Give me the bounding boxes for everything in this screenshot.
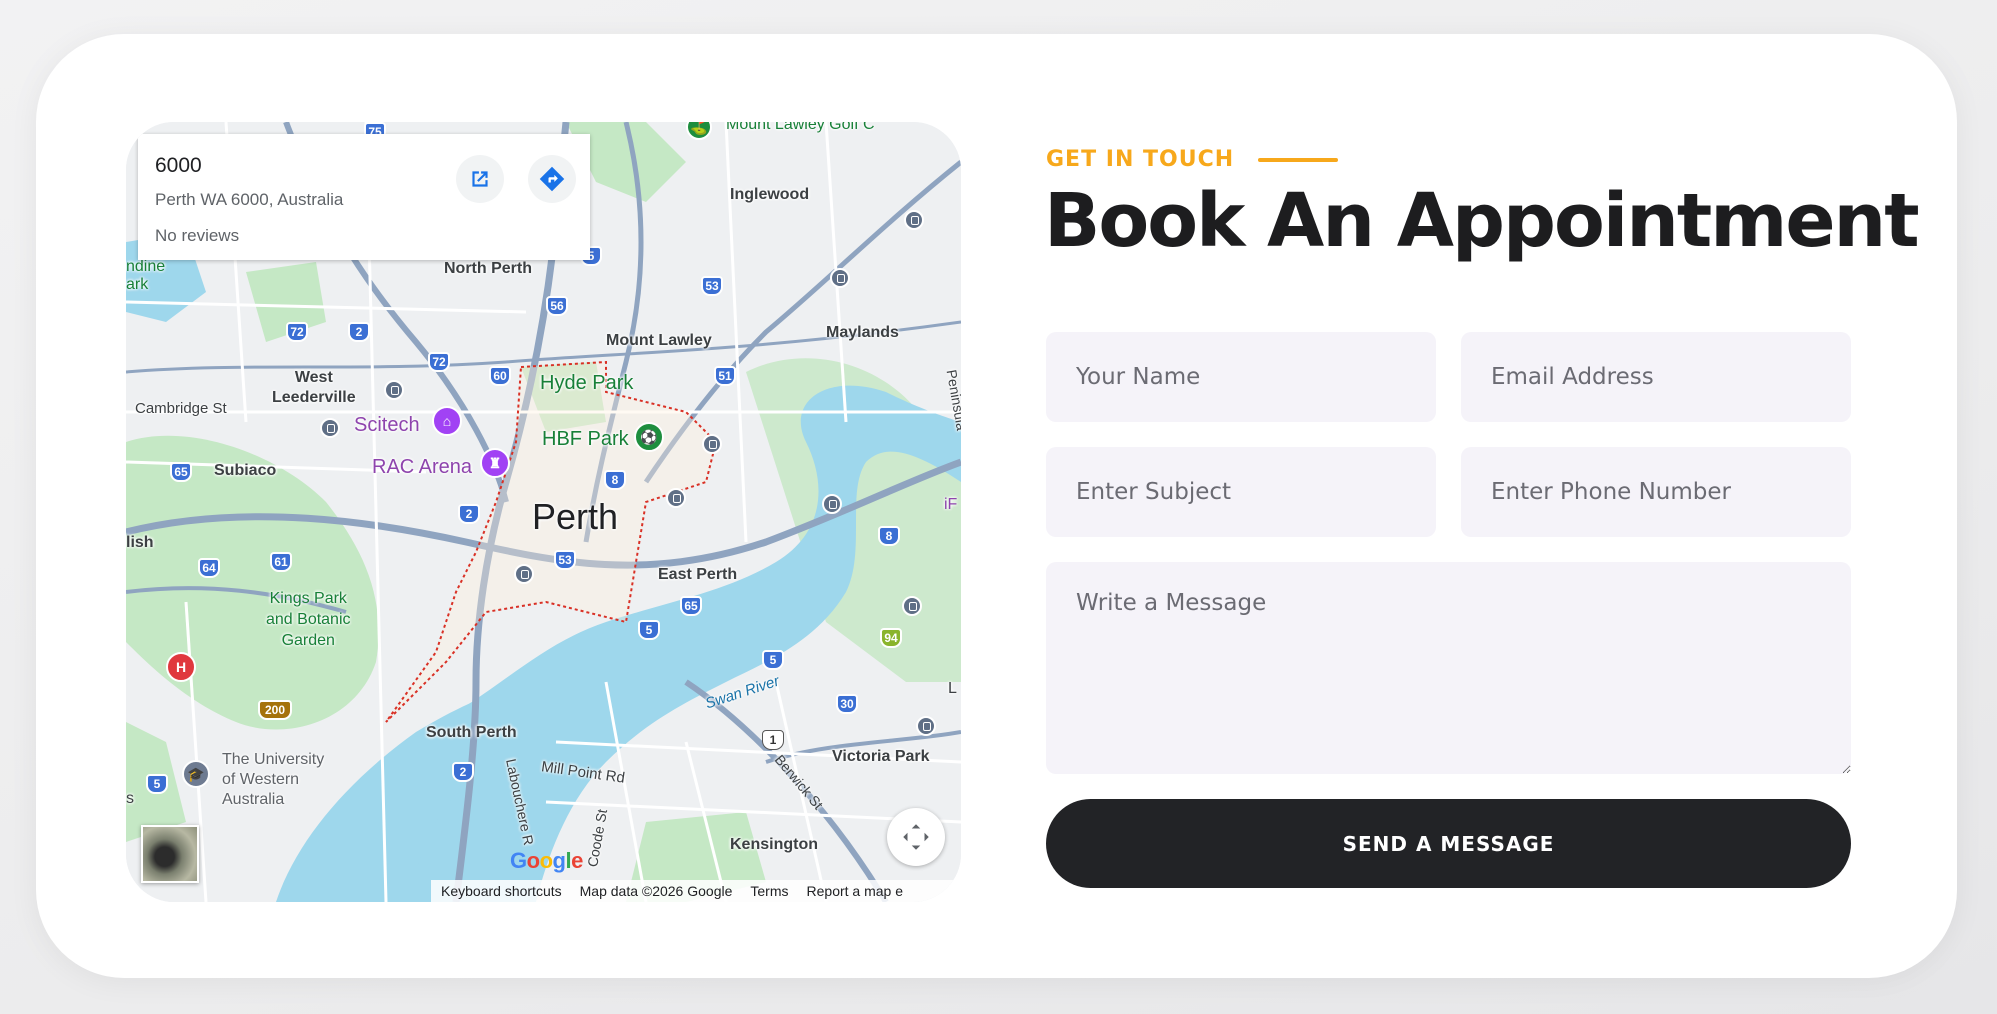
keyboard-shortcuts-link[interactable]: Keyboard shortcuts xyxy=(441,883,562,899)
map-label-scitech: Scitech xyxy=(354,414,420,436)
route-shield: 30 xyxy=(836,694,858,714)
map-label-s-partial: s xyxy=(126,790,134,807)
open-in-maps-button[interactable] xyxy=(456,155,504,203)
museum-pin-icon[interactable]: ⌂ xyxy=(432,406,462,436)
route-shield: 5 xyxy=(762,650,784,670)
message-field[interactable] xyxy=(1046,562,1851,774)
directions-icon xyxy=(539,166,565,192)
map-label-hbf-park: HBF Park xyxy=(542,428,629,450)
directions-button[interactable] xyxy=(528,155,576,203)
route-shield: 2 xyxy=(348,322,370,342)
map-label-maylands: Maylands xyxy=(826,324,899,341)
map-label-mount-lawley-golf: Mount Lawley Golf C xyxy=(726,122,875,133)
place-address: Perth WA 6000, Australia xyxy=(155,190,344,209)
arena-pin-icon[interactable]: ♜ xyxy=(480,448,510,478)
university-pin-icon[interactable]: 🎓 xyxy=(182,760,210,788)
train-station-icon[interactable] xyxy=(904,210,924,230)
map-label-south-perth: South Perth xyxy=(426,724,517,741)
train-station-icon[interactable] xyxy=(902,596,922,616)
open-in-new-icon xyxy=(472,171,488,187)
report-map-error-link[interactable]: Report a map e xyxy=(807,883,904,899)
train-station-icon[interactable] xyxy=(666,488,686,508)
google-logo: Google xyxy=(510,848,583,873)
route-shield: 65 xyxy=(680,596,702,616)
place-info-card: 6000 Perth WA 6000, Australia No reviews xyxy=(138,134,590,260)
train-station-icon[interactable] xyxy=(822,494,842,514)
train-station-icon[interactable] xyxy=(702,434,722,454)
map-label-lish: lish xyxy=(126,534,154,551)
map-label-cambridge-st: Cambridge St xyxy=(135,400,227,417)
place-title: 6000 xyxy=(155,154,202,177)
fullscreen-button[interactable] xyxy=(887,808,945,866)
route-shield: 94 xyxy=(880,628,902,648)
route-shield: 1 xyxy=(762,730,784,750)
email-field[interactable] xyxy=(1461,332,1851,422)
train-station-icon[interactable] xyxy=(514,564,534,584)
map-label-west-leederville: West Leederville xyxy=(272,369,356,406)
map-label-inglewood: Inglewood xyxy=(730,186,810,203)
route-shield: 61 xyxy=(270,552,292,572)
map-label-uwa: The University of Western Australia xyxy=(222,751,325,808)
map-label-rac-arena: RAC Arena xyxy=(372,456,473,478)
route-shield: 5 xyxy=(146,774,168,794)
map-label-north-perth: North Perth xyxy=(444,260,532,277)
hospital-pin-icon[interactable]: H xyxy=(166,652,196,682)
send-message-button[interactable]: SEND A MESSAGE xyxy=(1046,799,1851,888)
route-shield: 8 xyxy=(878,526,900,546)
satellite-toggle[interactable] xyxy=(141,825,199,883)
map-label-victoria-park: Victoria Park xyxy=(832,748,930,765)
route-shield: 64 xyxy=(198,558,220,578)
route-shield: 2 xyxy=(452,762,474,782)
route-shield: 5 xyxy=(638,620,660,640)
route-shield: 200 xyxy=(258,700,292,720)
stadium-pin-icon[interactable]: ⚽ xyxy=(634,422,664,452)
train-station-icon[interactable] xyxy=(384,380,404,400)
map-label-perth: Perth xyxy=(532,496,619,537)
route-shield: 53 xyxy=(701,276,723,296)
map-label-east-perth: East Perth xyxy=(658,566,738,583)
train-station-icon[interactable] xyxy=(830,268,850,288)
route-shield: 8 xyxy=(604,470,626,490)
map-data-text: Map data ©2026 Google xyxy=(579,883,733,899)
map-label-subiaco: Subiaco xyxy=(214,462,277,479)
route-shield: 53 xyxy=(554,550,576,570)
fullscreen-icon xyxy=(903,824,929,850)
route-shield: 65 xyxy=(170,462,192,482)
route-shield: 51 xyxy=(714,366,736,386)
route-shield: 60 xyxy=(489,366,511,386)
map-label-mount-lawley: Mount Lawley xyxy=(606,332,712,349)
map-label-l-partial: L xyxy=(948,680,957,697)
route-shield: 2 xyxy=(458,504,480,524)
train-station-icon[interactable] xyxy=(320,418,340,438)
route-shield: 72 xyxy=(286,322,308,342)
section-eyebrow: GET IN TOUCH xyxy=(1046,147,1339,172)
place-reviews[interactable]: No reviews xyxy=(155,226,239,246)
subject-field[interactable] xyxy=(1046,447,1436,537)
name-field[interactable] xyxy=(1046,332,1436,422)
route-shield: 72 xyxy=(428,352,450,372)
eyebrow-text: GET IN TOUCH xyxy=(1046,147,1235,172)
map-label-kensington: Kensington xyxy=(730,836,818,853)
route-shield: 56 xyxy=(546,296,568,316)
eyebrow-divider xyxy=(1258,157,1339,162)
map-label-ndine-park: ndine ark xyxy=(126,258,166,293)
page-title: Book An Appointment xyxy=(1044,178,1920,264)
train-station-icon[interactable] xyxy=(916,716,936,736)
map-attribution-bar: Keyboard shortcuts Map data ©2026 Google… xyxy=(431,880,961,902)
phone-field[interactable] xyxy=(1461,447,1851,537)
terms-link[interactable]: Terms xyxy=(750,883,788,899)
map-label-kings-park: Kings Park and Botanic Garden xyxy=(266,590,351,649)
map-label-hyde-park: Hyde Park xyxy=(540,372,634,394)
embedded-map[interactable]: Inglewood North Perth Mount Lawley Mayla… xyxy=(126,122,961,902)
map-label-if-partial: iF xyxy=(944,496,958,513)
